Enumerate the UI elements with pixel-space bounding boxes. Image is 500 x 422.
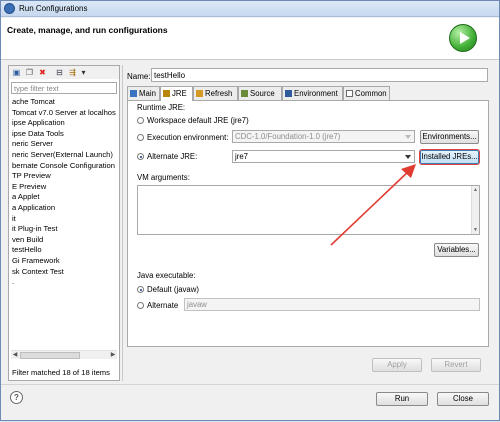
annotation-arrow <box>330 164 416 246</box>
tab-label: JRE <box>172 89 187 98</box>
help-icon[interactable]: ? <box>10 391 23 404</box>
tab-jre[interactable]: JRE <box>160 86 193 101</box>
jre-icon <box>163 90 170 97</box>
close-button[interactable]: Close <box>437 392 489 406</box>
footer-separator <box>1 384 499 385</box>
revert-button[interactable]: Revert <box>431 358 481 372</box>
run-button[interactable]: Run <box>376 392 428 406</box>
apply-button[interactable]: Apply <box>372 358 422 372</box>
run-configurations-dialog: Run Configurations Create, manage, and r… <box>0 0 500 421</box>
arrow-line <box>330 168 412 246</box>
